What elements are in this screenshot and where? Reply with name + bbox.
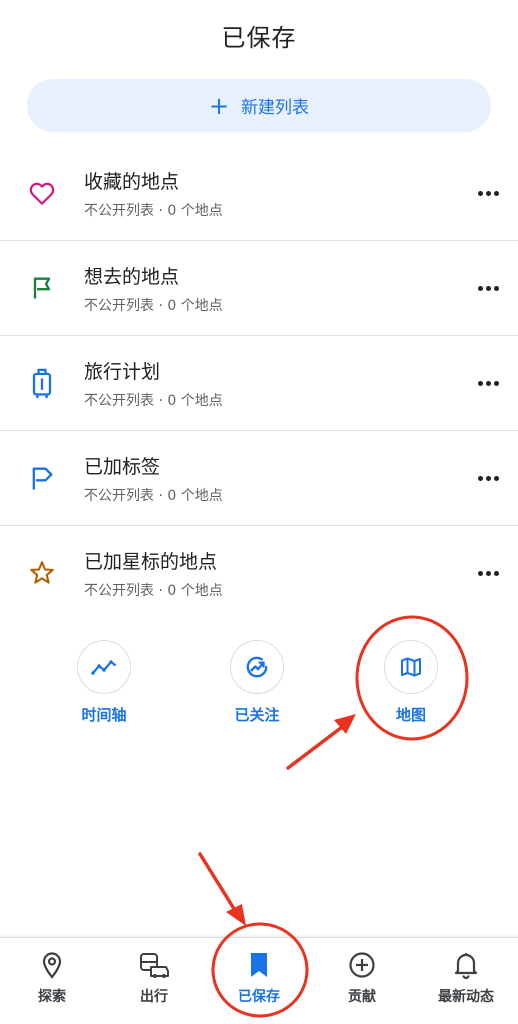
more-options-button[interactable] — [458, 285, 518, 291]
saved-lists: 收藏的地点 不公开列表 · 0 个地点 想去的地点 不公开列表 · 0 个地点 — [0, 146, 518, 620]
nav-commute[interactable]: 出行 — [104, 938, 204, 1024]
nav-label: 贡献 — [348, 989, 376, 1005]
list-name: 已加星标的地点 — [84, 550, 218, 573]
add-circle-icon — [348, 950, 376, 980]
more-dots-icon — [477, 190, 499, 196]
label-flag-icon — [0, 464, 84, 492]
map-icon — [384, 640, 438, 694]
more-dots-icon — [477, 570, 499, 576]
location-pin-icon — [41, 950, 63, 980]
flag-icon — [0, 274, 84, 302]
more-options-button[interactable] — [458, 570, 518, 576]
shortcut-label: 已关注 — [234, 706, 280, 724]
more-dots-icon — [477, 475, 499, 481]
shortcut-label: 地图 — [395, 706, 426, 724]
suitcase-icon — [0, 367, 84, 399]
list-meta: 不公开列表 · 0 个地点 — [84, 582, 223, 599]
more-options-button[interactable] — [458, 475, 518, 481]
nav-label: 出行 — [140, 989, 168, 1005]
new-list-button[interactable]: + 新建列表 — [27, 79, 491, 132]
list-name: 收藏的地点 — [84, 170, 180, 193]
list-name: 旅行计划 — [84, 360, 161, 383]
nav-label: 已保存 — [238, 989, 280, 1005]
list-item[interactable]: 收藏的地点 不公开列表 · 0 个地点 — [0, 146, 518, 241]
bell-icon — [454, 950, 478, 980]
list-item[interactable]: 旅行计划 不公开列表 · 0 个地点 — [0, 336, 518, 431]
star-icon — [0, 559, 84, 587]
annotation-arrow — [198, 852, 246, 926]
list-item[interactable]: 想去的地点 不公开列表 · 0 个地点 — [0, 241, 518, 336]
plus-icon: + — [208, 91, 230, 120]
timeline-icon — [77, 640, 131, 694]
list-name: 想去的地点 — [84, 265, 180, 288]
timeline-shortcut[interactable]: 时间轴 — [59, 640, 149, 725]
list-meta: 不公开列表 · 0 个地点 — [84, 487, 223, 504]
list-item[interactable]: 已加标签 不公开列表 · 0 个地点 — [0, 431, 518, 526]
shortcut-bar: 时间轴 已关注 地图 — [0, 640, 518, 730]
list-item[interactable]: 已加星标的地点 不公开列表 · 0 个地点 — [0, 526, 518, 620]
bottom-navigation: 探索 出行 已保存 贡献 最新动态 — [0, 937, 518, 1024]
app-header: 已保存 — [0, 0, 518, 70]
list-meta: 不公开列表 · 0 个地点 — [84, 297, 223, 314]
more-dots-icon — [477, 380, 499, 386]
list-meta: 不公开列表 · 0 个地点 — [84, 202, 223, 219]
shortcut-label: 时间轴 — [81, 706, 127, 724]
more-dots-icon — [477, 285, 499, 291]
following-shortcut[interactable]: 已关注 — [212, 640, 302, 725]
nav-label: 最新动态 — [438, 989, 494, 1005]
list-name: 已加标签 — [84, 455, 161, 478]
new-list-label: 新建列表 — [241, 98, 310, 118]
saved-screen: 已保存 + 新建列表 收藏的地点 不公开列表 · 0 个地点 想去的地点 不公开… — [0, 0, 518, 1024]
heart-icon — [0, 178, 84, 208]
page-title: 已保存 — [221, 23, 297, 52]
nav-explore[interactable]: 探索 — [2, 938, 102, 1024]
nav-contribute[interactable]: 贡献 — [312, 938, 412, 1024]
map-shortcut[interactable]: 地图 — [366, 640, 456, 725]
nav-updates[interactable]: 最新动态 — [416, 938, 516, 1024]
nav-saved[interactable]: 已保存 — [209, 938, 309, 1024]
more-options-button[interactable] — [458, 190, 518, 196]
bookmark-icon — [248, 950, 270, 980]
list-meta: 不公开列表 · 0 个地点 — [84, 392, 223, 409]
commute-icon — [138, 950, 170, 980]
more-options-button[interactable] — [458, 380, 518, 386]
nav-label: 探索 — [38, 989, 66, 1005]
following-icon — [230, 640, 284, 694]
